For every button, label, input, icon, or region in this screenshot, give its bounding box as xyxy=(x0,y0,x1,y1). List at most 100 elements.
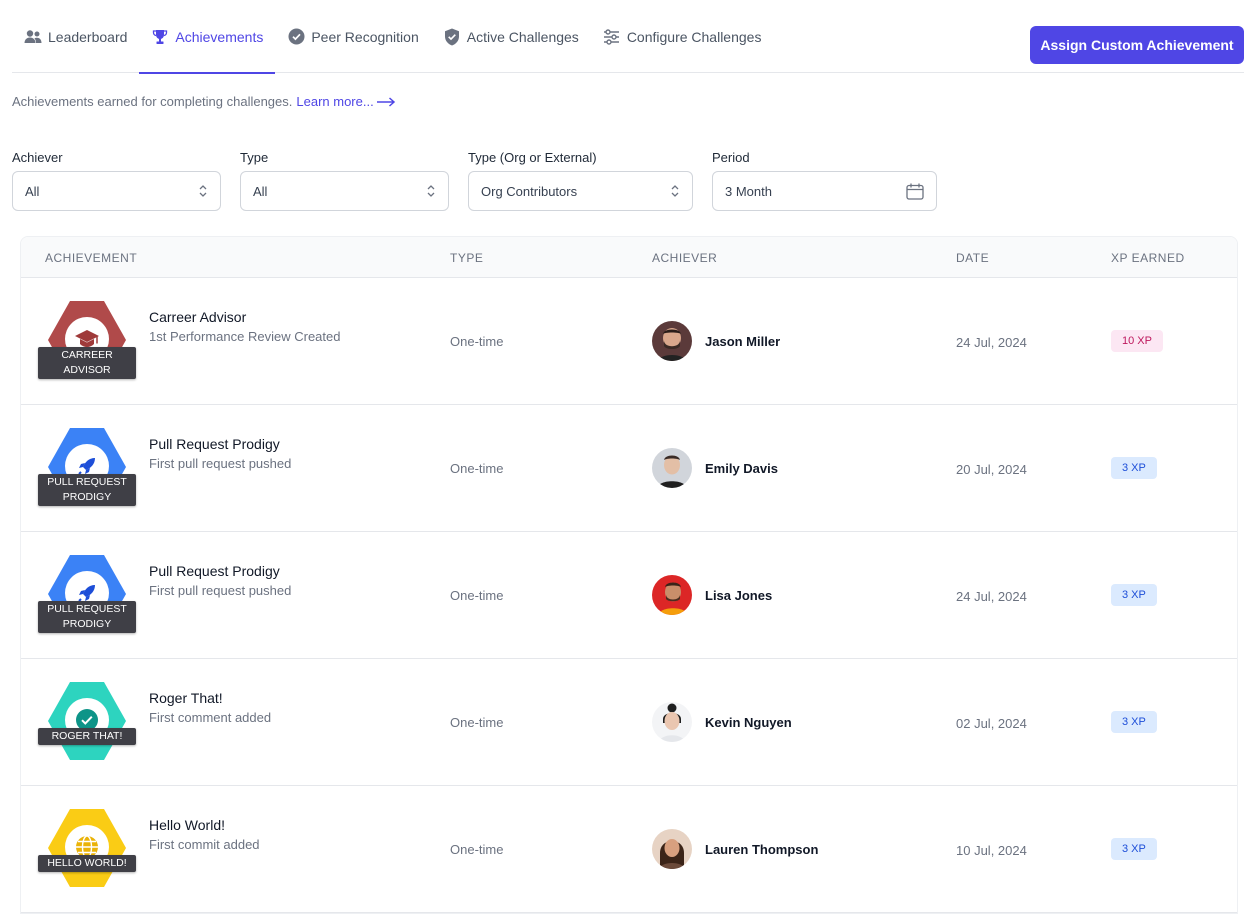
badge-ribbon: HELLO WORLD! xyxy=(38,855,136,872)
achievement-date: 20 Jul, 2024 xyxy=(956,462,1027,477)
tab-label: Active Challenges xyxy=(466,28,579,45)
achievement-date: 02 Jul, 2024 xyxy=(956,716,1027,731)
filter-period: Period 3 Month xyxy=(712,150,937,211)
xp-badge: 3 XP xyxy=(1111,584,1157,606)
avatar xyxy=(652,575,692,615)
achievement-type: One-time xyxy=(450,461,504,476)
achievement-badge: PULL REQUEST PRODIGY xyxy=(38,553,136,635)
filter-label: Type (Org or External) xyxy=(468,150,597,165)
select-value: All xyxy=(25,183,40,199)
achiever-select[interactable]: All xyxy=(12,171,221,211)
tab-active-challenges[interactable]: Active Challenges xyxy=(431,0,591,73)
xp-badge: 3 XP xyxy=(1111,838,1157,860)
achiever-name[interactable]: Lisa Jones xyxy=(705,588,772,603)
trophy-icon xyxy=(151,28,169,46)
table-row[interactable]: PULL REQUEST PRODIGY Pull Request Prodig… xyxy=(21,405,1237,532)
achievement-title: Pull Request Prodigy xyxy=(149,436,280,452)
achievement-description: First comment added xyxy=(149,710,272,725)
column-header-achievement[interactable]: Achievement xyxy=(45,251,137,265)
achievement-type: One-time xyxy=(450,588,504,603)
xp-badge: 3 XP xyxy=(1111,711,1157,733)
tab-achievements[interactable]: Achievements xyxy=(139,0,276,74)
achievement-type: One-time xyxy=(450,842,504,857)
select-value: 3 Month xyxy=(725,183,772,199)
sliders-icon xyxy=(603,28,621,46)
badge-check-icon xyxy=(287,28,305,46)
table-row[interactable]: CARREER ADVISOR Carreer Advisor 1st Perf… xyxy=(21,278,1237,405)
xp-badge: 3 XP xyxy=(1111,457,1157,479)
achievement-type: One-time xyxy=(450,715,504,730)
arrow-right-icon xyxy=(376,96,395,107)
badge-ribbon: PULL REQUEST PRODIGY xyxy=(38,601,136,633)
achievement-type: One-time xyxy=(450,334,504,349)
table-row[interactable]: PULL REQUEST PRODIGY Pull Request Prodig… xyxy=(21,532,1237,659)
tab-peer-recognition[interactable]: Peer Recognition xyxy=(275,0,430,73)
badge-ribbon: ROGER THAT! xyxy=(38,728,136,745)
achievement-description: 1st Performance Review Created xyxy=(149,329,341,344)
learn-more-link[interactable]: Learn more... xyxy=(296,94,395,109)
achiever-name[interactable]: Emily Davis xyxy=(705,461,778,476)
learn-more-label: Learn more... xyxy=(296,94,374,109)
achievement-title: Roger That! xyxy=(149,690,223,706)
avatar xyxy=(652,321,692,361)
column-header-date[interactable]: Date xyxy=(956,251,989,265)
filter-label: Achiever xyxy=(12,150,63,165)
achievement-badge: HELLO WORLD! xyxy=(38,807,136,889)
avatar xyxy=(652,829,692,869)
achiever-name[interactable]: Lauren Thompson xyxy=(705,842,818,857)
tab-label: Configure Challenges xyxy=(626,28,762,45)
achievements-table: Achievement Type Achiever Date XP Earned… xyxy=(20,236,1238,914)
chevron-up-down-icon xyxy=(671,185,679,197)
tab-bar: Leaderboard Achievements Peer Recognitio… xyxy=(12,0,774,74)
avatar xyxy=(652,702,692,742)
filter-label: Period xyxy=(712,150,750,165)
chevron-up-down-icon xyxy=(199,185,207,197)
intro-description: Achievements earned for completing chall… xyxy=(12,94,293,109)
achievement-badge: CARREER ADVISOR xyxy=(38,299,136,381)
period-select[interactable]: 3 Month xyxy=(712,171,937,211)
shield-check-icon xyxy=(443,28,461,46)
achievement-badge: ROGER THAT! xyxy=(38,680,136,762)
select-value: Org Contributors xyxy=(481,183,578,199)
tab-label: Leaderboard xyxy=(48,28,128,45)
achievement-description: First pull request pushed xyxy=(149,456,292,471)
achievement-date: 10 Jul, 2024 xyxy=(956,843,1027,858)
achievement-badge: PULL REQUEST PRODIGY xyxy=(38,426,136,508)
column-header-achiever[interactable]: Achiever xyxy=(652,251,717,265)
achiever-name[interactable]: Kevin Nguyen xyxy=(705,715,792,730)
achievement-description: First commit added xyxy=(149,837,260,852)
chevron-up-down-icon xyxy=(427,185,435,197)
users-icon xyxy=(24,28,42,46)
achievement-title: Carreer Advisor xyxy=(149,309,247,325)
intro-text: Achievements earned for completing chall… xyxy=(12,94,396,109)
achievement-date: 24 Jul, 2024 xyxy=(956,335,1027,350)
type-select[interactable]: All xyxy=(240,171,449,211)
xp-badge: 10 XP xyxy=(1111,330,1163,352)
assign-custom-achievement-button[interactable]: Assign Custom Achievement xyxy=(1030,26,1244,64)
tab-label: Achievements xyxy=(175,28,264,45)
column-header-xp-earned[interactable]: XP Earned xyxy=(1111,251,1185,265)
achievement-date: 24 Jul, 2024 xyxy=(956,589,1027,604)
calendar-icon xyxy=(906,183,924,200)
achievement-title: Pull Request Prodigy xyxy=(149,563,280,579)
table-header: Achievement Type Achiever Date XP Earned xyxy=(21,237,1237,278)
column-header-type[interactable]: Type xyxy=(450,251,483,265)
achievement-description: First pull request pushed xyxy=(149,583,292,598)
filter-achiever: Achiever All xyxy=(12,150,221,211)
table-row[interactable]: ROGER THAT! Roger That! First comment ad… xyxy=(21,659,1237,786)
tab-configure-challenges[interactable]: Configure Challenges xyxy=(591,0,774,73)
badge-ribbon: CARREER ADVISOR xyxy=(38,347,136,379)
achiever-name[interactable]: Jason Miller xyxy=(705,334,780,349)
achievement-title: Hello World! xyxy=(149,817,225,833)
filter-type: Type All xyxy=(240,150,449,211)
filter-label: Type xyxy=(240,150,269,165)
top-navigation: Leaderboard Achievements Peer Recognitio… xyxy=(12,0,1244,74)
badge-ribbon: PULL REQUEST PRODIGY xyxy=(38,474,136,506)
avatar xyxy=(652,448,692,488)
filter-org-type: Type (Org or External) Org Contributors xyxy=(468,150,693,211)
select-value: All xyxy=(253,183,268,199)
table-row[interactable]: HELLO WORLD! Hello World! First commit a… xyxy=(21,786,1237,913)
tab-label: Peer Recognition xyxy=(311,28,419,45)
tab-leaderboard[interactable]: Leaderboard xyxy=(12,0,139,73)
org-type-select[interactable]: Org Contributors xyxy=(468,171,693,211)
